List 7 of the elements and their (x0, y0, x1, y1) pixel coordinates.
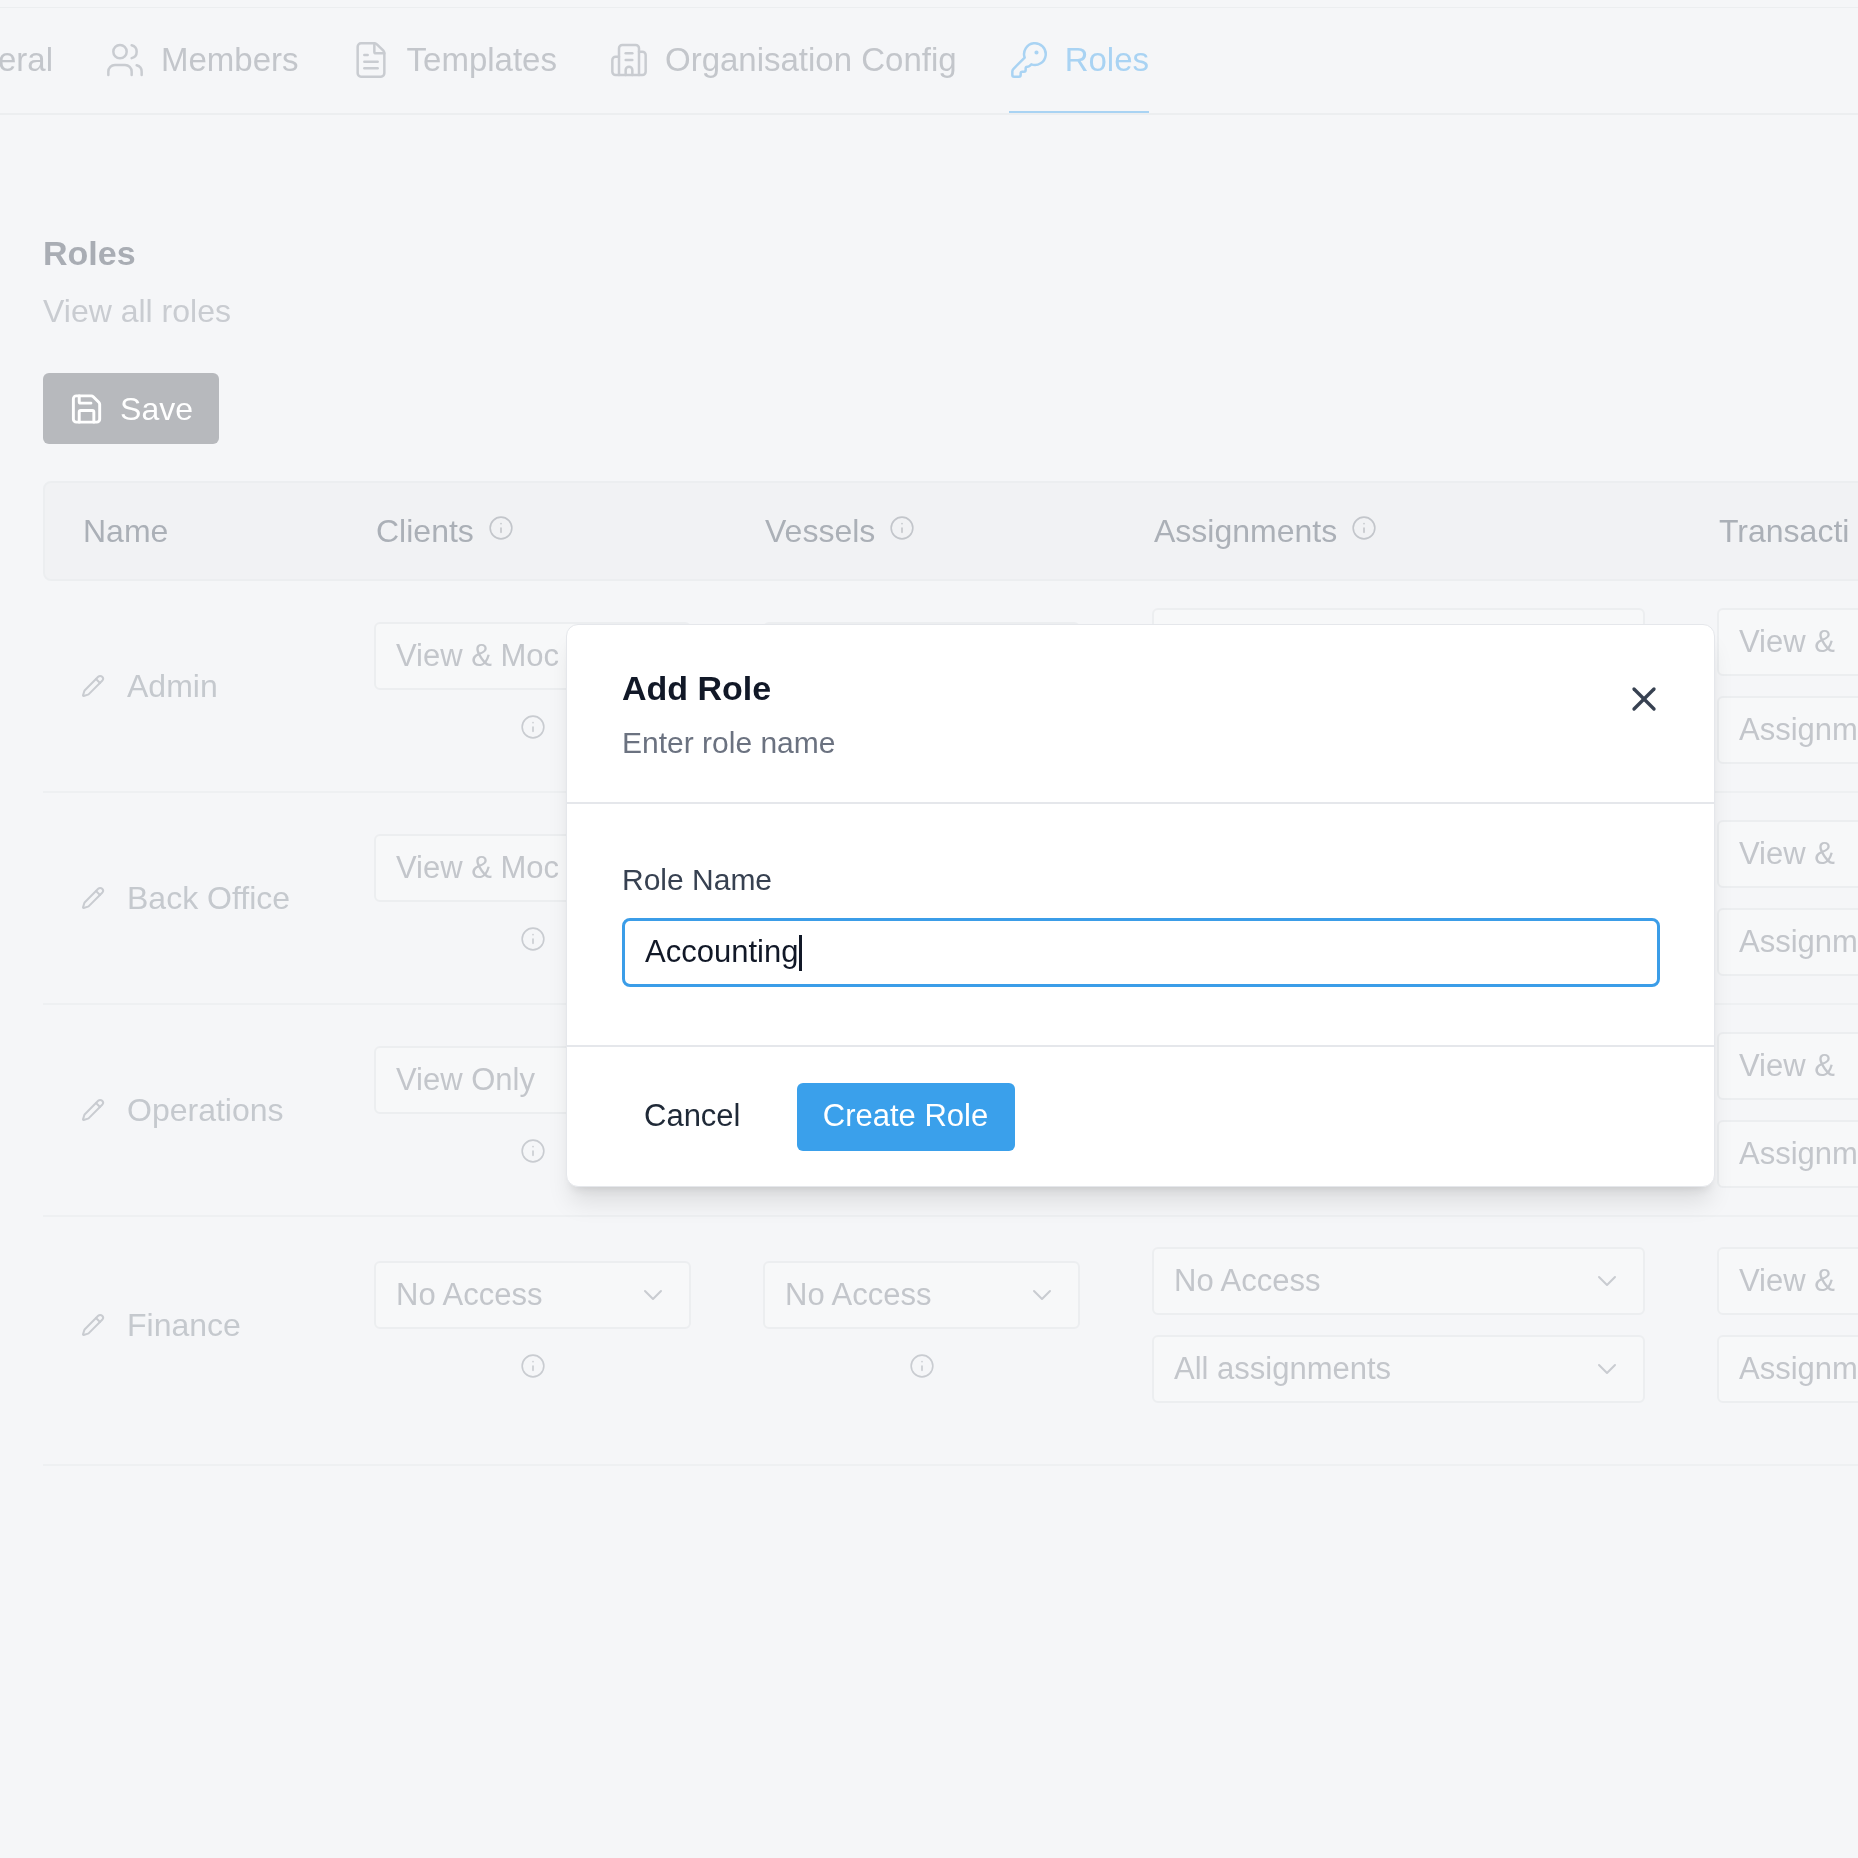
column-header: Assignments (1154, 512, 1338, 551)
column-header: Vessels (765, 512, 876, 551)
column-header: Name (83, 512, 169, 551)
column-header: Transacti (1719, 512, 1850, 551)
page-title: Roles (43, 233, 137, 273)
dialog-subtitle: Enter role name (622, 725, 836, 761)
column-header: Clients (376, 512, 474, 551)
